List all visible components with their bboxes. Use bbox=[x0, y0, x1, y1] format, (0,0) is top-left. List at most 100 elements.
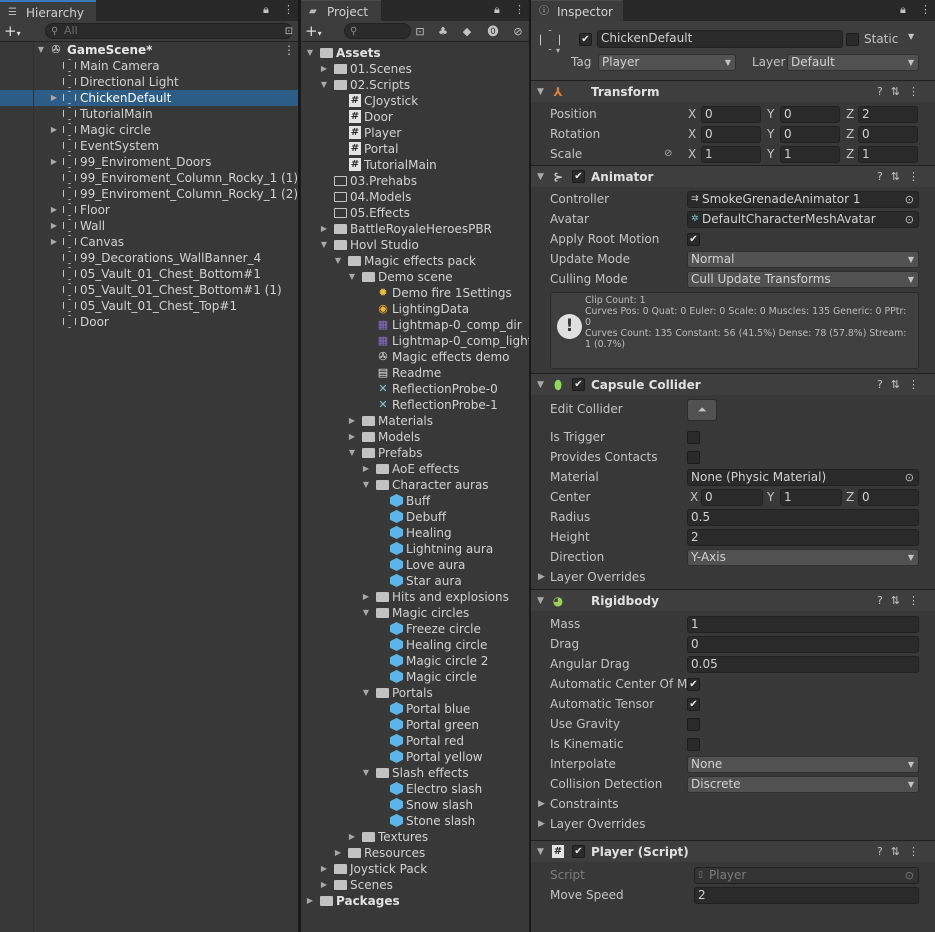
expand-arrow-icon[interactable]: ▶ bbox=[49, 218, 59, 234]
project-item[interactable]: # Player bbox=[301, 125, 529, 141]
expand-arrow-icon[interactable]: ▶ bbox=[347, 429, 357, 445]
project-item[interactable]: ▶ Textures bbox=[301, 829, 529, 845]
radius-field[interactable]: 0.5 bbox=[687, 509, 919, 526]
project-item[interactable]: ▼ Magic effects pack bbox=[301, 253, 529, 269]
expand-arrow-icon[interactable]: ▶ bbox=[319, 877, 329, 893]
hierarchy-item[interactable]: ▶ Wall bbox=[0, 218, 298, 234]
hierarchy-item[interactable]: 05_Vault_01_Chest_Bottom#1 bbox=[0, 266, 298, 282]
expand-arrow-icon[interactable]: ▼ bbox=[319, 77, 329, 93]
hierarchy-item[interactable]: ▶ ChickenDefault bbox=[0, 90, 298, 106]
hierarchy-item[interactable]: EventSystem bbox=[0, 138, 298, 154]
fold-arrow-icon[interactable]: ▼ bbox=[537, 166, 544, 188]
more-menu-icon[interactable]: ⋮ bbox=[920, 3, 931, 16]
edit-collider-button[interactable]: ⏶ bbox=[687, 399, 717, 421]
provides-contacts-checkbox[interactable] bbox=[687, 451, 700, 464]
animator-enabled-checkbox[interactable]: ✔ bbox=[572, 170, 585, 183]
project-item[interactable]: Electro slash bbox=[301, 781, 529, 797]
project-item[interactable]: Portal yellow bbox=[301, 749, 529, 765]
project-item[interactable]: Healing bbox=[301, 525, 529, 541]
static-checkbox[interactable] bbox=[846, 33, 859, 46]
component-controls[interactable]: ?⇅⋮ bbox=[877, 374, 927, 396]
project-item[interactable]: ▼ 02.Scripts bbox=[301, 77, 529, 93]
project-item[interactable]: Magic circle 2 bbox=[301, 653, 529, 669]
project-search-input[interactable]: ⚲ bbox=[344, 23, 411, 39]
hierarchy-item[interactable]: 99_Enviroment_Column_Rocky_1 (2) bbox=[0, 186, 298, 202]
expand-arrow-icon[interactable]: ▶ bbox=[49, 122, 59, 138]
position-z-field[interactable]: 2 bbox=[858, 106, 918, 123]
lock-icon[interactable]: 🔒︎ bbox=[263, 3, 269, 17]
fold-arrow-icon[interactable]: ▼ bbox=[537, 590, 544, 612]
angular-drag-field[interactable]: 0.05 bbox=[687, 656, 919, 673]
project-item[interactable]: ✹ Demo fire 1Settings bbox=[301, 285, 529, 301]
object-picker-icon[interactable]: ⊙ bbox=[905, 192, 914, 207]
object-name-field[interactable]: ChickenDefault bbox=[597, 30, 843, 48]
project-item[interactable]: Portal blue bbox=[301, 701, 529, 717]
culling-mode-dropdown[interactable]: Cull Update Transforms ▼ bbox=[687, 271, 919, 288]
fold-arrow-icon[interactable]: ▼ bbox=[537, 81, 544, 103]
project-item[interactable]: Freeze circle bbox=[301, 621, 529, 637]
update-mode-dropdown[interactable]: Normal ▼ bbox=[687, 251, 919, 268]
project-item[interactable]: ▶ Hits and explosions bbox=[301, 589, 529, 605]
lock-icon[interactable]: 🔒︎ bbox=[494, 3, 500, 17]
scene-menu-icon[interactable]: ⋮ bbox=[283, 42, 295, 58]
expand-arrow-icon[interactable]: ▶ bbox=[333, 845, 343, 861]
warning-filter-icon[interactable]: ⓿ bbox=[484, 23, 502, 40]
project-item[interactable]: ▼ Portals bbox=[301, 685, 529, 701]
player-script-header[interactable]: ▼ # ✔ Player (Script) ?⇅⋮ bbox=[531, 840, 935, 862]
expand-arrow-icon[interactable]: ▶ bbox=[49, 154, 59, 170]
hierarchy-search-input[interactable]: ⚲ All bbox=[45, 23, 293, 39]
project-item[interactable]: # TutorialMain bbox=[301, 157, 529, 173]
tab-project[interactable]: ▰ Project bbox=[301, 0, 381, 21]
hierarchy-item[interactable]: 99_Decorations_WallBanner_4 bbox=[0, 250, 298, 266]
project-item[interactable]: Love aura bbox=[301, 557, 529, 573]
move-speed-field[interactable]: 2 bbox=[694, 887, 919, 904]
project-item[interactable]: 03.Prehabs bbox=[301, 173, 529, 189]
rigidbody-layer-overrides-foldout[interactable]: ▶ Layer Overrides bbox=[531, 814, 935, 834]
project-item[interactable]: ✕ ReflectionProbe-0 bbox=[301, 381, 529, 397]
expand-arrow-icon[interactable]: ▼ bbox=[347, 445, 357, 461]
rigidbody-header[interactable]: ▼ ◕ Rigidbody ?⇅⋮ bbox=[531, 589, 935, 611]
expand-arrow-icon[interactable]: ▶ bbox=[319, 861, 329, 877]
auto-center-checkbox[interactable]: ✔ bbox=[687, 678, 700, 691]
project-item[interactable]: ▶ Joystick Pack bbox=[301, 861, 529, 877]
project-item[interactable]: Snow slash bbox=[301, 797, 529, 813]
expand-arrow-icon[interactable]: ▶ bbox=[49, 90, 59, 106]
use-gravity-checkbox[interactable] bbox=[687, 718, 700, 731]
is-trigger-checkbox[interactable] bbox=[687, 431, 700, 444]
capsule-enabled-checkbox[interactable]: ✔ bbox=[572, 378, 585, 391]
scale-y-field[interactable]: 1 bbox=[780, 146, 840, 163]
fold-arrow-icon[interactable]: ▼ bbox=[537, 374, 544, 396]
filter-type-icon[interactable]: ♣ bbox=[434, 23, 452, 40]
tab-hierarchy[interactable]: ☰ Hierarchy bbox=[0, 0, 96, 21]
auto-tensor-checkbox[interactable]: ✔ bbox=[687, 698, 700, 711]
expand-arrow-icon[interactable]: ▼ bbox=[361, 605, 371, 621]
project-item[interactable]: # Door bbox=[301, 109, 529, 125]
project-item[interactable]: ▼ Demo scene bbox=[301, 269, 529, 285]
more-menu-icon[interactable]: ⋮ bbox=[514, 3, 525, 16]
hierarchy-item[interactable]: ▶ Canvas bbox=[0, 234, 298, 250]
project-item[interactable]: ▶ Resources bbox=[301, 845, 529, 861]
expand-arrow-icon[interactable]: ▼ bbox=[333, 253, 343, 269]
avatar-field[interactable]: ✲ DefaultCharacterMeshAvatar ⊙ bbox=[687, 211, 919, 228]
scale-z-field[interactable]: 1 bbox=[858, 146, 918, 163]
transform-header[interactable]: ▼ ⅄ Transform ?⇅⋮ bbox=[531, 80, 935, 102]
controller-field[interactable]: ⇉ SmokeGrenadeAnimator 1 ⊙ bbox=[687, 191, 919, 208]
constraints-foldout[interactable]: ▶ Constraints bbox=[531, 794, 935, 814]
hierarchy-item[interactable]: ▶ Magic circle bbox=[0, 122, 298, 138]
active-checkbox[interactable]: ✔ bbox=[579, 33, 592, 46]
project-item[interactable]: ▦ Lightmap-0_comp_dir bbox=[301, 317, 529, 333]
project-item[interactable]: ✕ ReflectionProbe-1 bbox=[301, 397, 529, 413]
expand-arrow-icon[interactable]: ▶ bbox=[347, 413, 357, 429]
project-item[interactable]: Debuff bbox=[301, 509, 529, 525]
constrain-proportions-icon[interactable]: ⊘ bbox=[664, 144, 672, 164]
project-item[interactable]: ▤ Readme bbox=[301, 365, 529, 381]
project-item[interactable]: ▼ Assets bbox=[301, 45, 529, 61]
object-picker-icon[interactable]: ⊙ bbox=[905, 470, 914, 485]
hierarchy-item[interactable]: 05_Vault_01_Chest_Top#1 bbox=[0, 298, 298, 314]
hierarchy-item[interactable]: 99_Enviroment_Column_Rocky_1 (1) bbox=[0, 170, 298, 186]
project-item[interactable]: ◉ LightingData bbox=[301, 301, 529, 317]
project-item[interactable]: ▶ 01.Scenes bbox=[301, 61, 529, 77]
project-item[interactable]: ▶ BattleRoyaleHeroesPBR bbox=[301, 221, 529, 237]
project-item[interactable]: Magic circle bbox=[301, 669, 529, 685]
expand-arrow-icon[interactable]: ▼ bbox=[361, 685, 371, 701]
